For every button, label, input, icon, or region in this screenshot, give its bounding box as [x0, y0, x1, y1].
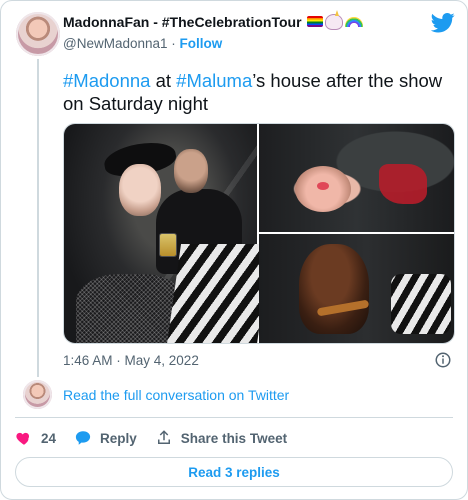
media-grid	[63, 123, 455, 344]
share-label: Share this Tweet	[180, 430, 288, 446]
photo-subject-stripes	[166, 244, 272, 343]
tweet-timestamp[interactable]: 1:46 AM · May 4, 2022	[63, 353, 199, 368]
tweet-embed-card: MadonnaFan - #TheCelebrationTour @NewMad…	[0, 0, 468, 500]
share-button[interactable]: Share this Tweet	[155, 429, 287, 447]
separator-dot: ·	[171, 36, 176, 51]
tweet-text: #Madonna at #Maluma’s house after the sh…	[63, 69, 453, 115]
read-replies-button[interactable]: Read 3 replies	[15, 457, 453, 487]
photo-subject-red-top	[379, 164, 427, 204]
photo-1[interactable]	[64, 124, 272, 343]
rainbow-icon	[345, 17, 363, 27]
like-button[interactable]: 24	[15, 429, 56, 447]
display-name[interactable]: MadonnaFan - #TheCelebrationTour	[63, 14, 302, 30]
like-count: 24	[41, 430, 57, 446]
photo-subject-drink	[160, 234, 176, 256]
tweet-actions: 24 Reply Share this Tweet	[15, 427, 305, 449]
photo-3[interactable]	[259, 234, 454, 343]
info-icon[interactable]	[434, 351, 452, 369]
reply-bubble-icon	[75, 431, 91, 445]
reply-label: Reply	[100, 430, 137, 446]
tweet-text-part: at	[150, 70, 177, 91]
rainbow-flag-icon	[307, 16, 323, 27]
user-avatar[interactable]	[16, 12, 60, 56]
twitter-bird-icon[interactable]	[431, 13, 455, 33]
hashtag-madonna[interactable]: #Madonna	[63, 70, 150, 91]
name-emojis	[307, 10, 363, 30]
photo-subject-stripes	[391, 274, 451, 334]
hashtag-maluma[interactable]: #Maluma	[176, 70, 252, 91]
handle-row: @NewMadonna1 · Follow	[63, 36, 222, 51]
photo-subject-dog	[299, 244, 369, 334]
conversation-avatar[interactable]	[23, 380, 52, 409]
follow-button[interactable]: Follow	[180, 36, 223, 51]
read-conversation-link[interactable]: Read the full conversation on Twitter	[63, 387, 289, 403]
divider	[15, 417, 453, 418]
user-handle[interactable]: @NewMadonna1	[63, 36, 168, 51]
unicorn-icon	[325, 10, 343, 30]
photo-subject-face	[174, 149, 208, 193]
photo-subject-face	[119, 164, 161, 216]
thread-line	[37, 59, 39, 377]
photo-2[interactable]	[259, 124, 454, 232]
reply-button[interactable]: Reply	[74, 429, 137, 447]
heart-icon	[16, 432, 30, 445]
photo-subject-lips	[317, 182, 329, 190]
share-icon	[157, 430, 170, 444]
